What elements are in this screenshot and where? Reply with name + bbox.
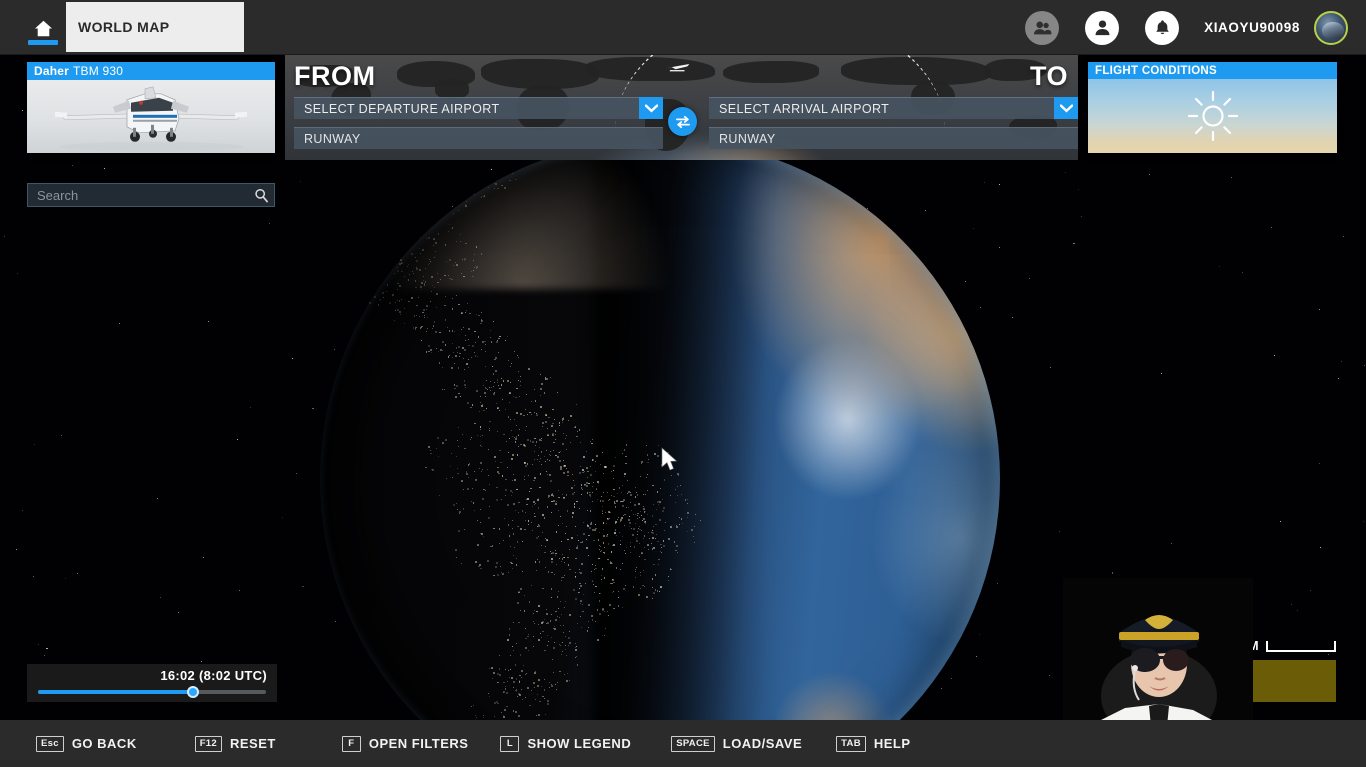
departure-airport-select[interactable]: SELECT DEPARTURE AIRPORT xyxy=(294,97,663,119)
time-of-day-panel[interactable]: 16:02 (8:02 UTC) xyxy=(27,664,277,702)
shortcut-label: SHOW LEGEND xyxy=(527,736,632,751)
flight-conditions-label: FLIGHT CONDITIONS xyxy=(1095,64,1218,77)
search-box[interactable] xyxy=(27,183,275,207)
avatar[interactable] xyxy=(1314,10,1348,45)
arrival-airport-value: SELECT ARRIVAL AIRPORT xyxy=(719,101,890,116)
home-active-indicator xyxy=(28,40,58,45)
notifications-button[interactable] xyxy=(1145,10,1180,45)
arrival-runway-field[interactable]: RUNWAY xyxy=(709,127,1078,149)
chevron-down-icon xyxy=(644,103,658,112)
shortcut-go-back[interactable]: Esc GO BACK xyxy=(36,735,137,752)
flight-conditions-preview xyxy=(1088,79,1337,153)
mouse-cursor xyxy=(661,447,678,471)
bell-icon xyxy=(1155,20,1169,35)
friends-button[interactable] xyxy=(1025,10,1060,45)
flight-conditions-title-bar: FLIGHT CONDITIONS xyxy=(1088,62,1337,79)
top-navigation-bar: WORLD MAP XIAOYU90098 xyxy=(0,0,1366,55)
earth-globe[interactable] xyxy=(320,139,1000,767)
departure-runway-value: RUNWAY xyxy=(304,131,361,146)
time-slider-handle[interactable] xyxy=(187,686,200,698)
departure-runway-field[interactable]: RUNWAY xyxy=(294,127,663,149)
shortcut-show-legend[interactable]: L SHOW LEGEND xyxy=(500,735,632,752)
swap-icon xyxy=(675,115,690,128)
aircraft-brand: Daher xyxy=(34,64,70,78)
sun-icon xyxy=(1187,90,1238,142)
arrival-airport-select[interactable]: SELECT ARRIVAL AIRPORT xyxy=(709,97,1078,119)
shortcut-load-save[interactable]: SPACE LOAD/SAVE xyxy=(671,735,803,752)
search-icon[interactable] xyxy=(248,188,274,203)
to-label: TO xyxy=(1029,61,1068,91)
keyboard-shortcut-bar: Esc GO BACK F12 RESET F OPEN FILTERS L S… xyxy=(0,720,1366,767)
time-display: 16:02 (8:02 UTC) xyxy=(160,668,267,683)
keycap: SPACE xyxy=(671,735,715,752)
continent-shape xyxy=(435,79,469,99)
aircraft-model: TBM 930 xyxy=(73,64,124,78)
time-slider-track[interactable] xyxy=(38,686,266,698)
departure-dropdown-button[interactable] xyxy=(639,97,663,119)
search-input[interactable] xyxy=(28,187,248,203)
flight-conditions-card[interactable]: FLIGHT CONDITIONS xyxy=(1088,62,1337,153)
scale-bar xyxy=(1266,640,1336,652)
shortcut-open-filters[interactable]: F OPEN FILTERS xyxy=(341,735,469,752)
departure-airport-value: SELECT DEPARTURE AIRPORT xyxy=(304,101,500,116)
person-icon xyxy=(1095,20,1110,36)
world-map-screen: WORLD MAP XIAOYU90098 FROM TO SELECT DEP… xyxy=(0,0,1366,767)
arrival-dropdown-button[interactable] xyxy=(1054,97,1078,119)
arrival-runway-value: RUNWAY xyxy=(719,131,776,146)
keycap: F12 xyxy=(194,735,222,752)
shortcut-reset[interactable]: F12 RESET xyxy=(194,735,276,752)
profile-button[interactable] xyxy=(1085,10,1120,45)
from-label: FROM xyxy=(294,61,376,91)
aircraft-title-bar: Daher TBM 930 xyxy=(27,62,275,80)
shortcut-help[interactable]: TAB HELP xyxy=(836,735,911,752)
shortcut-label: LOAD/SAVE xyxy=(722,736,803,751)
people-icon xyxy=(1033,21,1051,34)
aircraft-thumbnail xyxy=(27,80,275,153)
shortcut-label: RESET xyxy=(229,736,276,751)
shortcut-label: HELP xyxy=(873,736,911,751)
username-label: XIAOYU90098 xyxy=(1204,20,1300,35)
keycap: Esc xyxy=(36,735,64,752)
home-icon xyxy=(34,20,52,37)
time-slider-fill xyxy=(38,690,194,694)
tab-world-map-label: WORLD MAP xyxy=(78,19,170,35)
keycap: F xyxy=(341,735,361,752)
selected-aircraft-card[interactable]: Daher TBM 930 xyxy=(27,62,275,153)
shortcut-label: GO BACK xyxy=(71,736,137,751)
keycap: L xyxy=(500,735,520,752)
airplane-icon xyxy=(666,63,690,72)
shortcut-label: OPEN FILTERS xyxy=(368,736,469,751)
swap-airports-button[interactable] xyxy=(668,107,697,136)
home-button[interactable] xyxy=(26,20,60,50)
keycap: TAB xyxy=(836,735,866,752)
chevron-down-icon xyxy=(1059,103,1073,112)
top-bar-right-cluster: XIAOYU90098 xyxy=(1012,0,1356,55)
tab-world-map[interactable]: WORLD MAP xyxy=(66,2,244,52)
